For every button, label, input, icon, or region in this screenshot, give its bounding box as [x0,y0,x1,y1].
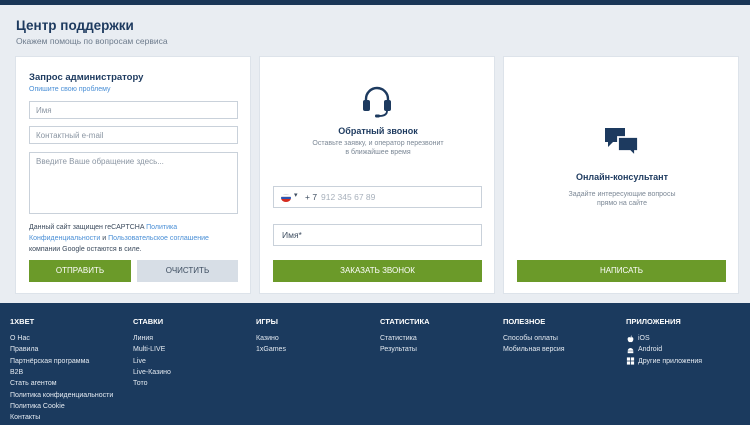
callback-subtitle: Оставьте заявку, и оператор перезвонит в… [312,140,444,156]
phone-placeholder: 912 345 67 89 [321,192,376,202]
footer-link-android[interactable]: Android [626,344,702,355]
admin-card-subtitle: Опишите свою проблему [29,86,111,93]
footer-column-useful: Полезное Способы оплаты Мобильная версия [503,317,565,356]
footer-column-bets: Ставки Линия Multi-LIVE Live Live-Казино… [133,317,171,389]
footer-link-partners[interactable]: Партнёрская программа [10,356,113,367]
consultant-subtitle: Задайте интересующие вопросы прямо на са… [568,191,676,207]
footer-link-agent[interactable]: Стать агентом [10,378,113,389]
footer-link-contacts[interactable]: Контакты [10,412,113,423]
terms-link[interactable]: Пользовательское соглашение [108,235,209,242]
app-ios-label: iOS [638,335,650,343]
name-field[interactable]: Имя [29,101,238,119]
clear-button[interactable]: Очистить [137,260,238,282]
grid-apps-icon [626,357,635,365]
country-code: + 7 [305,192,318,202]
app-android-label: Android [638,346,663,354]
callback-name-field[interactable]: Имя* [273,224,482,246]
footer-link-line[interactable]: Линия [133,333,171,344]
footer-link-mobile[interactable]: Мобильная версия [503,344,565,355]
email-field[interactable]: Контактный e-mail [29,126,238,144]
footer-link-statistics[interactable]: Статистика [380,333,430,344]
footer-heading: Полезное [503,317,546,326]
recaptcha-tail: компании Google остаются в силе. [29,246,142,253]
page-title: Центр поддержки [16,18,134,33]
footer-link-cookie[interactable]: Политика Cookie [10,401,113,412]
footer-column-statistics: Статистика Статистика Результаты [380,317,430,356]
footer-column-games: Игры Казино 1xGames [256,317,286,356]
footer-link-casino[interactable]: Казино [256,333,286,344]
footer-column-1xbet: 1XBET О Нас Правила Партнёрская программ… [10,317,113,423]
recaptcha-and: и [100,235,109,242]
footer-link-other-apps[interactable]: Другие приложения [626,356,702,367]
footer: 1XBET О Нас Правила Партнёрская программ… [0,303,750,425]
consultant-title: Онлайн-консультант [575,172,669,182]
footer-heading: Статистика [380,317,430,326]
footer-heading: Приложения [626,317,681,326]
write-button[interactable]: Написать [517,260,726,282]
footer-heading: Ставки [133,317,164,326]
footer-link-live-casino[interactable]: Live-Казино [133,367,171,378]
footer-link-rules[interactable]: Правила [10,344,113,355]
russia-flag-icon[interactable] [281,194,291,202]
online-consultant-card: Онлайн-консультант Задайте интересующие … [503,56,739,294]
callback-card: Обратный звонок Оставьте заявку, и опера… [259,56,495,294]
footer-link-1xgames[interactable]: 1xGames [256,344,286,355]
headset-icon [363,86,391,118]
phone-input[interactable]: ▾ + 7 912 345 67 89 [273,186,482,208]
message-textarea[interactable]: Введите Ваше обращение здесь... [29,152,238,214]
callback-title: Обратный звонок [338,126,418,136]
footer-column-apps: Приложения iOS Android Другие приложения [626,317,702,367]
page-subtitle: Окажем помощь по вопросам сервиса [16,36,168,46]
chat-bubbles-icon [605,128,639,159]
admin-request-card: Запрос администратору Опишите свою пробл… [15,56,251,294]
footer-heading: Игры [256,317,278,326]
send-button[interactable]: Отправить [29,260,131,282]
footer-heading: 1XBET [10,317,35,326]
footer-link-b2b[interactable]: B2B [10,367,113,378]
footer-link-toto[interactable]: Тото [133,378,171,389]
android-icon [627,347,634,354]
recaptcha-text: Данный сайт защищен reCAPTCHA [29,224,147,231]
footer-link-payment[interactable]: Способы оплаты [503,333,565,344]
footer-link-multilive[interactable]: Multi-LIVE [133,344,171,355]
order-call-button[interactable]: Заказать звонок [273,260,482,282]
recaptcha-notice: Данный сайт защищен reCAPTCHA Политика К… [29,222,241,255]
apple-icon [627,335,634,342]
footer-link-results[interactable]: Результаты [380,344,430,355]
footer-link-about[interactable]: О Нас [10,333,113,344]
chevron-down-icon[interactable]: ▾ [294,191,298,199]
main-content: Центр поддержки Окажем помощь по вопроса… [0,5,750,303]
app-other-label: Другие приложения [638,357,703,365]
footer-link-ios[interactable]: iOS [626,333,702,344]
admin-card-title: Запрос администратору [29,72,144,83]
footer-link-privacy[interactable]: Политика конфиденциальности [10,389,113,400]
footer-link-live[interactable]: Live [133,356,171,367]
